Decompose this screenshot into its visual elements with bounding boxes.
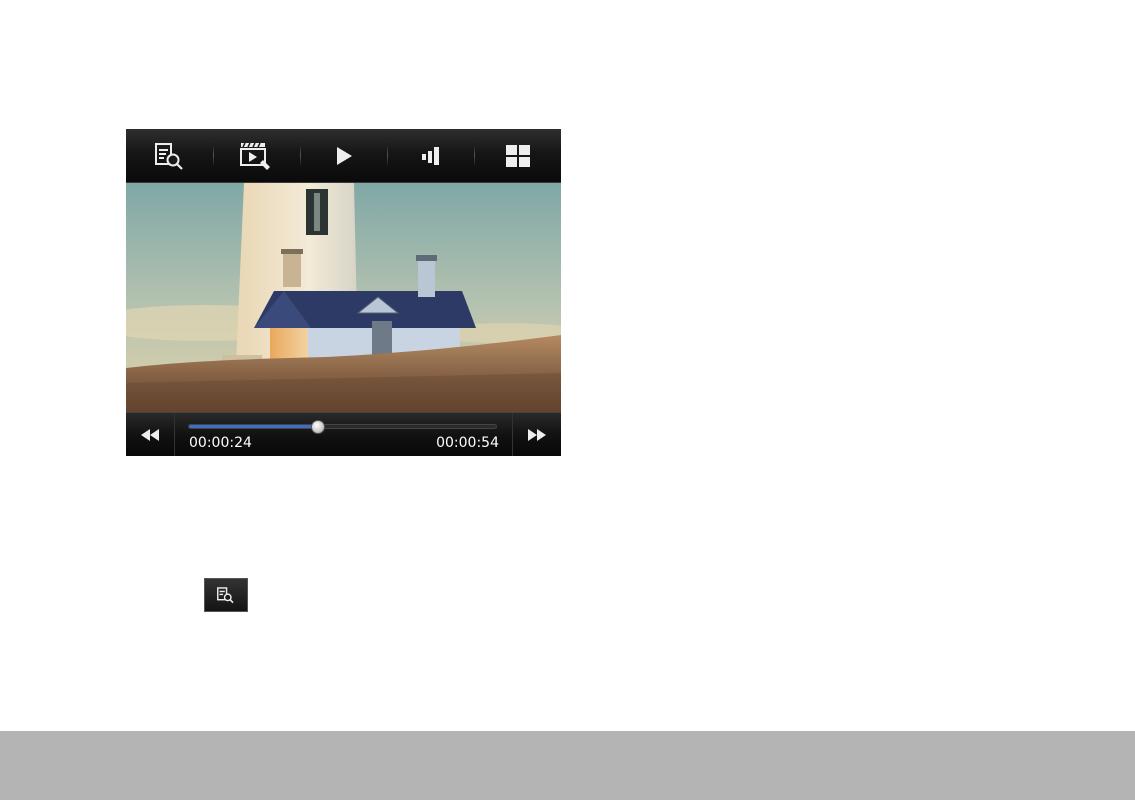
info-button[interactable] [126,129,213,182]
player-toolbar [126,129,561,183]
video-still-image [126,183,561,412]
playback-controls: 00:00:24 00:00:54 [126,412,561,456]
seek-bar-handle[interactable] [310,420,325,434]
current-time: 00:00:24 [189,435,252,451]
info-button-small[interactable] [204,578,248,612]
fast-forward-icon [528,428,546,441]
footer-bar [0,731,1135,800]
info-search-icon [217,587,234,604]
grid-view-icon [505,144,530,167]
duration-time: 00:00:54 [436,435,499,451]
video-player: 00:00:24 00:00:54 [126,129,561,456]
volume-icon [421,146,439,165]
rewind-button[interactable] [126,413,175,456]
volume-button[interactable] [387,129,474,182]
play-icon [336,146,352,165]
grid-view-button[interactable] [474,129,561,182]
video-edit-button[interactable] [213,129,300,182]
info-search-icon [154,142,183,170]
fast-forward-button[interactable] [512,413,561,456]
video-frame[interactable] [126,183,561,412]
seek-bar[interactable] [188,420,497,434]
play-button[interactable] [300,129,387,182]
video-edit-icon [239,142,270,170]
rewind-icon [141,428,159,441]
seek-bar-progress [189,425,318,428]
